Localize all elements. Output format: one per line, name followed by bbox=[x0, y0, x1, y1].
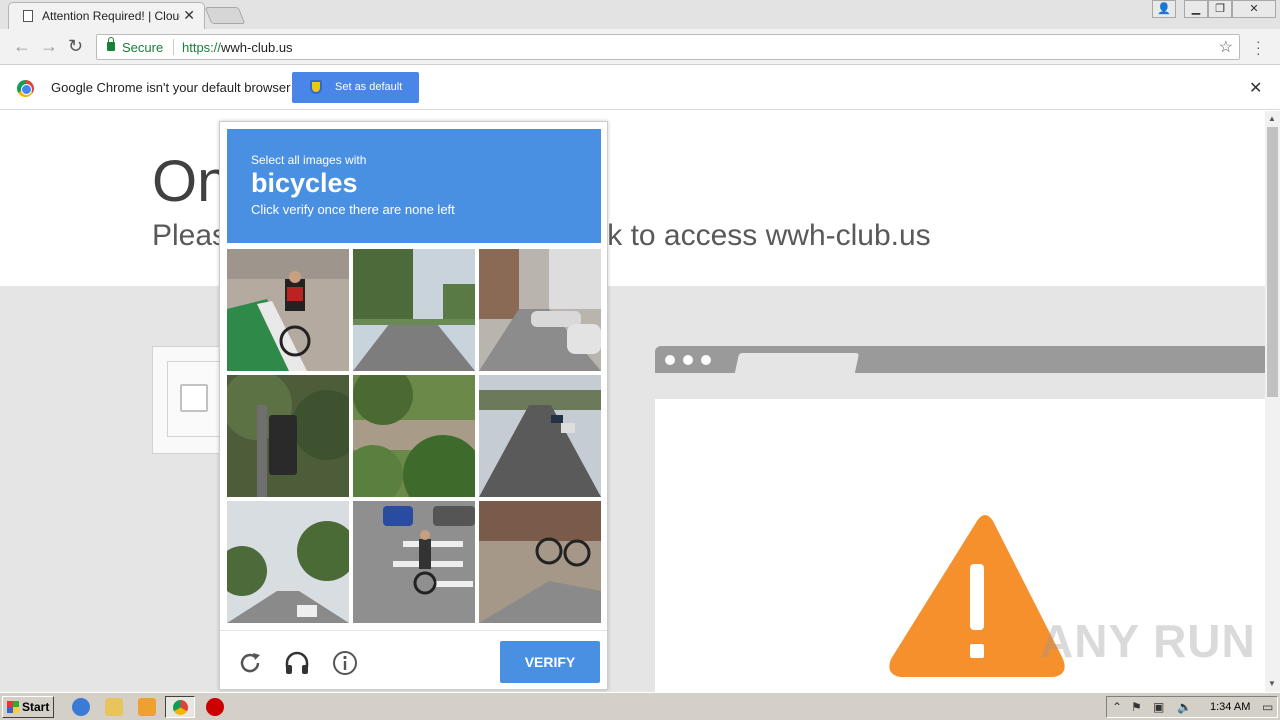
captcha-tile-cyclist-bike-lane[interactable] bbox=[227, 249, 349, 371]
captcha-challenge: Select all images with bicycles Click ve… bbox=[219, 121, 608, 690]
minimize-button[interactable]: ▁ bbox=[1184, 0, 1208, 18]
profile-icon[interactable]: 👤 bbox=[1152, 0, 1176, 18]
hero-section: One more step Please complete the securi… bbox=[0, 111, 1265, 286]
illustration-browser-bar bbox=[655, 346, 1265, 373]
window-close-button[interactable]: ✕ bbox=[1232, 0, 1276, 18]
page-content: One more step Please complete the securi… bbox=[0, 111, 1265, 692]
address-bar[interactable]: Secure https://wwh-club.us ☆ bbox=[96, 34, 1240, 60]
cyclist-bike-lane-image bbox=[227, 249, 349, 371]
captcha-tile-cyclist-crosswalk[interactable] bbox=[353, 501, 475, 623]
captcha-tile-parked-bicycle-sidewalk[interactable] bbox=[479, 501, 601, 623]
highway-cars-image bbox=[479, 375, 601, 497]
audio-challenge-icon[interactable] bbox=[283, 649, 311, 677]
parked-cars-alley-image bbox=[479, 249, 601, 371]
tab-close-icon[interactable]: ✕ bbox=[183, 7, 195, 24]
illustration-dot bbox=[701, 355, 711, 365]
captcha-hint: Click verify once there are none left bbox=[251, 202, 455, 217]
scroll-down-icon[interactable]: ▼ bbox=[1268, 679, 1276, 688]
reload-challenge-icon[interactable] bbox=[236, 649, 264, 677]
secure-label: Secure bbox=[122, 40, 164, 55]
info-icon[interactable] bbox=[331, 649, 359, 677]
set-as-default-button[interactable]: Set as default bbox=[292, 72, 419, 103]
file-explorer-icon[interactable] bbox=[105, 698, 123, 716]
url-scheme: https:// bbox=[182, 40, 222, 55]
tray-expand-icon[interactable]: ⌃ bbox=[1112, 700, 1122, 714]
chrome-logo-icon bbox=[17, 80, 34, 97]
network-icon[interactable]: ▣ bbox=[1153, 700, 1164, 714]
back-arrow-icon[interactable]: ← bbox=[13, 37, 31, 55]
traffic-light-trees-image bbox=[227, 375, 349, 497]
start-button[interactable]: Start bbox=[2, 696, 54, 718]
reload-icon[interactable]: ↻ bbox=[68, 37, 83, 55]
captcha-image-grid bbox=[227, 249, 601, 623]
captcha-header: Select all images with bicycles Click ve… bbox=[227, 129, 601, 243]
captcha-tile-tree-lined-road[interactable] bbox=[353, 249, 475, 371]
residential-street-image bbox=[227, 501, 349, 623]
taskbar-clock[interactable]: 1:34 AM bbox=[1210, 701, 1250, 713]
new-tab-button[interactable] bbox=[204, 7, 246, 24]
scrollbar-thumb[interactable] bbox=[1267, 127, 1278, 397]
system-tray: ⌃ ⚑ ▣ 🔈 1:34 AM ▭ bbox=[1106, 696, 1278, 718]
omnibox-separator bbox=[173, 39, 174, 55]
captcha-tile-highway-cars[interactable] bbox=[479, 375, 601, 497]
action-center-flag-icon[interactable]: ⚑ bbox=[1131, 700, 1142, 714]
scroll-up-icon[interactable]: ▲ bbox=[1268, 114, 1276, 123]
forward-arrow-icon[interactable]: → bbox=[40, 37, 58, 55]
shield-icon bbox=[310, 80, 322, 94]
browser-tab-active[interactable]: Attention Required! | Cloudfl ✕ bbox=[8, 2, 205, 29]
security-app-icon[interactable] bbox=[206, 698, 224, 716]
page-icon bbox=[23, 10, 33, 22]
tab-title: Attention Required! | Cloudfl bbox=[42, 9, 180, 23]
illustration-dot bbox=[665, 355, 675, 365]
tree-lined-road-image bbox=[353, 249, 475, 371]
browser-titlebar: Attention Required! | Cloudfl ✕ 👤 ▁ ❐ ✕ bbox=[0, 0, 1280, 29]
illustration-tab bbox=[734, 353, 860, 373]
infobar-message: Google Chrome isn't your default browser bbox=[51, 80, 291, 95]
captcha-footer: VERIFY bbox=[220, 630, 607, 689]
set-as-default-label: Set as default bbox=[335, 81, 403, 93]
parked-bicycle-sidewalk-image bbox=[479, 501, 601, 623]
media-player-icon[interactable] bbox=[138, 698, 156, 716]
page-scrollbar[interactable]: ▲ ▼ bbox=[1265, 111, 1280, 692]
cyclist-crosswalk-image bbox=[353, 501, 475, 623]
chrome-taskbar-button[interactable] bbox=[165, 696, 195, 718]
captcha-tile-traffic-light-trees[interactable] bbox=[227, 375, 349, 497]
url-host: wwh-club.us bbox=[221, 40, 293, 55]
captcha-checkbox[interactable] bbox=[180, 384, 208, 412]
palm-foliage-image bbox=[353, 375, 475, 497]
captcha-instruction: Select all images with bbox=[251, 153, 367, 167]
default-browser-infobar: Google Chrome isn't your default browser… bbox=[0, 66, 1280, 110]
captcha-tile-parked-cars-alley[interactable] bbox=[479, 249, 601, 371]
captcha-target: bicycles bbox=[251, 168, 358, 198]
restore-button[interactable]: ❐ bbox=[1208, 0, 1232, 18]
browser-toolbar: ← → ↻ Secure https://wwh-club.us ☆ · · · bbox=[0, 29, 1280, 65]
infobar-close-icon[interactable]: ✕ bbox=[1249, 78, 1262, 98]
show-desktop-icon[interactable]: ▭ bbox=[1262, 700, 1273, 714]
bookmark-star-icon[interactable]: ☆ bbox=[1219, 37, 1233, 57]
captcha-tile-palm-foliage[interactable] bbox=[353, 375, 475, 497]
chrome-taskbar-icon bbox=[173, 700, 188, 715]
internet-explorer-icon[interactable] bbox=[72, 698, 90, 716]
lock-icon bbox=[107, 37, 115, 51]
start-label: Start bbox=[22, 700, 50, 714]
windows-taskbar: Start ⌃ ⚑ ▣ 🔈 1:34 AM ▭ bbox=[0, 692, 1280, 720]
windows-logo-icon bbox=[7, 701, 19, 713]
volume-icon[interactable]: 🔈 bbox=[1177, 700, 1192, 714]
illustration-dot bbox=[683, 355, 693, 365]
verify-button[interactable]: VERIFY bbox=[500, 641, 600, 683]
chrome-menu-icon[interactable]: · · · bbox=[1256, 34, 1261, 60]
url-text: https://wwh-club.us bbox=[182, 40, 293, 55]
anyrun-watermark: ANY RUN bbox=[1040, 615, 1256, 667]
captcha-tile-residential-street[interactable] bbox=[227, 501, 349, 623]
